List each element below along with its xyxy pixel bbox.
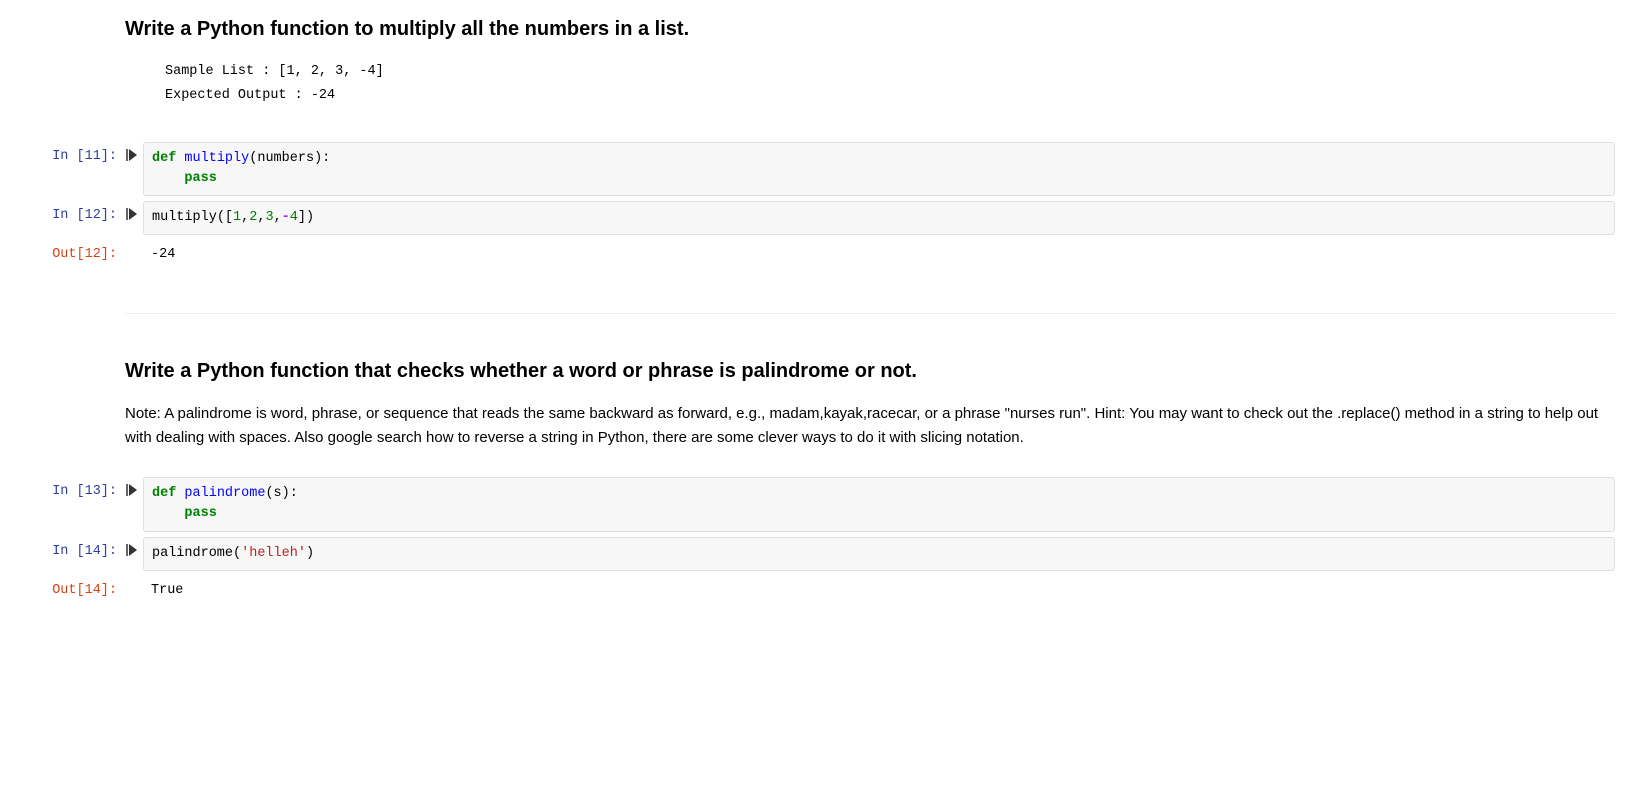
comma: , bbox=[274, 210, 282, 225]
paren-close: ) bbox=[306, 546, 314, 561]
section-heading: Write a Python function to multiply all … bbox=[125, 16, 1605, 42]
paren-close: ): bbox=[314, 151, 330, 166]
paren-close: ): bbox=[282, 486, 298, 501]
markdown-cell-multiply: Write a Python function to multiply all … bbox=[125, 0, 1605, 137]
cell-content: def multiply(numbers): pass bbox=[143, 142, 1615, 197]
output-value: -24 bbox=[143, 240, 1615, 271]
code-input[interactable]: def palindrome(s): pass bbox=[143, 477, 1615, 532]
indent bbox=[152, 506, 184, 521]
function-call: palindrome bbox=[152, 546, 233, 561]
section-note: Note: A palindrome is word, phrase, or s… bbox=[125, 402, 1605, 450]
code-input[interactable]: multiply([1,2,3,-4]) bbox=[143, 201, 1615, 235]
section-divider bbox=[125, 313, 1615, 314]
function-name: palindrome bbox=[184, 486, 265, 501]
number-literal: 4 bbox=[290, 210, 298, 225]
number-literal: 3 bbox=[265, 210, 273, 225]
input-prompt: In [13]: bbox=[10, 477, 125, 508]
input-prompt: In [11]: bbox=[10, 142, 125, 173]
cell-content: palindrome('helleh') bbox=[143, 537, 1615, 571]
keyword-def: def bbox=[152, 486, 176, 501]
bracket-close: ]) bbox=[298, 210, 314, 225]
expected-output-line: Expected Output : -24 bbox=[165, 88, 335, 103]
indent bbox=[152, 171, 184, 186]
param-name: s bbox=[274, 486, 282, 501]
function-name: multiply bbox=[184, 151, 249, 166]
output-prompt: Out[12]: bbox=[10, 240, 125, 271]
run-cell-icon[interactable] bbox=[125, 537, 143, 556]
code-input[interactable]: palindrome('helleh') bbox=[143, 537, 1615, 571]
param-name: numbers bbox=[257, 151, 314, 166]
cell-content: multiply([1,2,3,-4]) bbox=[143, 201, 1615, 235]
output-prompt: Out[14]: bbox=[10, 576, 125, 607]
code-cell-11: In [11]: def multiply(numbers): pass bbox=[10, 142, 1615, 197]
sample-list-line: Sample List : [1, 2, 3, -4] bbox=[165, 64, 384, 79]
markdown-cell-palindrome: Write a Python function that checks whet… bbox=[125, 342, 1605, 472]
code-cell-13: In [13]: def palindrome(s): pass bbox=[10, 477, 1615, 532]
keyword-pass: pass bbox=[184, 506, 216, 521]
code-input[interactable]: def multiply(numbers): pass bbox=[143, 142, 1615, 197]
output-cell-12: Out[12]: -24 bbox=[10, 240, 1615, 271]
run-spacer bbox=[125, 576, 143, 583]
run-spacer bbox=[125, 240, 143, 247]
keyword-pass: pass bbox=[184, 171, 216, 186]
output-value: True bbox=[143, 576, 1615, 607]
keyword-def: def bbox=[152, 151, 176, 166]
bracket-open: ([ bbox=[217, 210, 233, 225]
output-cell-14: Out[14]: True bbox=[10, 576, 1615, 607]
cell-content: True bbox=[143, 576, 1615, 607]
cell-content: def palindrome(s): pass bbox=[143, 477, 1615, 532]
operator-minus: - bbox=[282, 210, 290, 225]
cell-content: -24 bbox=[143, 240, 1615, 271]
function-call: multiply bbox=[152, 210, 217, 225]
input-prompt: In [12]: bbox=[10, 201, 125, 232]
sample-block: Sample List : [1, 2, 3, -4] Expected Out… bbox=[165, 60, 1605, 109]
section-heading: Write a Python function that checks whet… bbox=[125, 358, 1605, 384]
run-cell-icon[interactable] bbox=[125, 201, 143, 220]
input-prompt: In [14]: bbox=[10, 537, 125, 568]
number-literal: 1 bbox=[233, 210, 241, 225]
paren-open: ( bbox=[265, 486, 273, 501]
paren-open: ( bbox=[233, 546, 241, 561]
code-cell-14: In [14]: palindrome('helleh') bbox=[10, 537, 1615, 571]
notebook-container: Write a Python function to multiply all … bbox=[0, 0, 1625, 607]
string-literal: 'helleh' bbox=[241, 546, 306, 561]
run-cell-icon[interactable] bbox=[125, 142, 143, 161]
run-cell-icon[interactable] bbox=[125, 477, 143, 496]
code-cell-12: In [12]: multiply([1,2,3,-4]) bbox=[10, 201, 1615, 235]
